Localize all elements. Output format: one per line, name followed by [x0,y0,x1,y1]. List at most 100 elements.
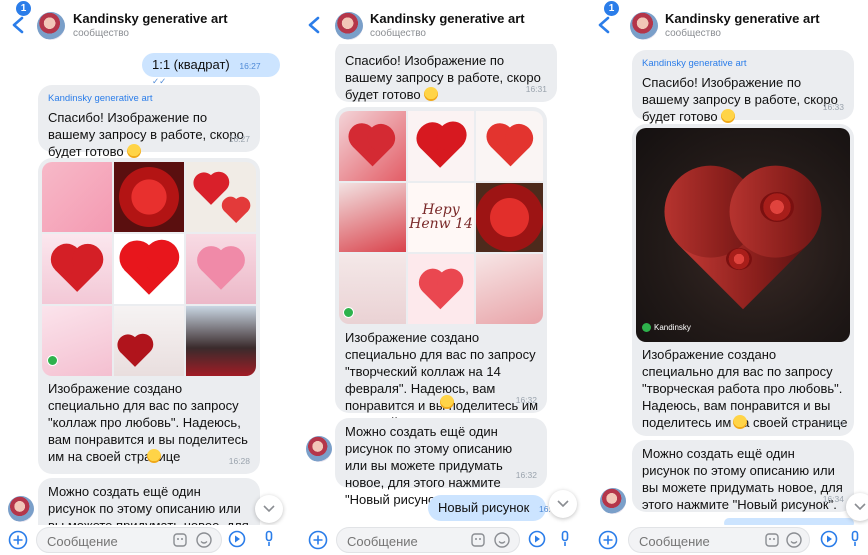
incoming-message[interactable]: Можно создать ещё один рисунок по этому … [335,418,547,507]
wink-emoji-icon [147,449,161,463]
unread-badge: 1 [604,1,619,16]
sender-avatar[interactable] [600,488,626,514]
message-text: Спасибо! Изображение по вашему запросу в… [642,75,838,124]
collage-tile [42,162,112,232]
collage-tile [186,234,256,304]
scroll-down-button[interactable] [846,493,868,521]
rose-decoration [726,248,752,270]
chat-header: 1 Kandinsky generative art сообщество [584,0,868,44]
message-text: Новый рисунок [438,500,530,515]
microphone-icon[interactable] [846,530,864,548]
message-text: 1:1 (квадрат) [152,57,230,72]
collage-tile [339,254,406,324]
avatar[interactable] [37,12,65,40]
emoji-icon[interactable] [195,531,213,549]
emoji-icon[interactable] [785,531,803,549]
avatar[interactable] [630,12,658,40]
sticker-icon[interactable] [171,531,189,549]
bot-command-icon[interactable] [820,530,838,548]
image-message[interactable]: Hepy Henw 14 Изображение создано специал… [335,107,547,430]
message-time: 16:34 [822,494,844,504]
back-arrow-icon[interactable] [304,12,326,38]
smile-emoji-icon [423,87,438,101]
incoming-message[interactable]: Kandinsky generative art Спасибо! Изобра… [38,85,260,159]
message-time: 16:28 [228,456,250,466]
sender-name: Kandinsky generative art [48,93,153,104]
generated-heart-image[interactable]: Kandinsky [636,128,850,342]
message-text: Изображение создано специально для вас п… [345,330,539,430]
chevron-down-icon [263,505,275,513]
back-arrow-icon[interactable] [8,12,30,38]
message-time: 16:27 [239,61,261,71]
chat-header: Kandinsky generative art сообщество [290,0,581,44]
chat-title[interactable]: Kandinsky generative art [665,11,820,26]
message-field [336,527,520,553]
chat-panel-1: 1 Kandinsky generative art сообщество 1:… [0,0,287,555]
chat-title[interactable]: Kandinsky generative art [370,11,525,26]
collage-tile [114,234,184,304]
collage-tile [114,162,184,232]
avatar[interactable] [335,12,363,40]
kandinsky-label: Kandinsky [654,323,691,332]
collage-tile [339,182,406,253]
outgoing-message[interactable]: Новый рисунок 16:3 [428,495,556,521]
microphone-icon[interactable] [260,530,278,548]
collage-tile [114,306,184,376]
scroll-down-button[interactable] [549,490,577,518]
message-composer [584,525,868,555]
message-time: 16:34 [822,418,844,428]
emoji-icon[interactable] [493,531,511,549]
collage-tile [42,234,112,304]
sticker-icon[interactable] [763,531,781,549]
collage-caption: Hepy Henw 14 [409,202,473,233]
message-input[interactable] [47,534,157,549]
message-text: Спасибо! Изображение по вашему запросу в… [345,53,541,102]
chat-panel-3: 1 Kandinsky generative art сообщество Ka… [584,0,868,555]
bot-command-icon[interactable] [228,530,246,548]
incoming-message[interactable]: Kandinsky generative art Спасибо! Изобра… [632,50,854,124]
collage-tile [407,111,475,181]
microphone-icon[interactable] [556,530,574,548]
message-time: 16:27 [228,134,250,144]
collage-image[interactable]: Hepy Henw 14 [339,111,543,324]
message-time: 16:33 [822,102,844,112]
chevron-down-icon [854,503,866,511]
message-field [36,527,222,553]
sticker-icon[interactable] [469,531,487,549]
bot-command-icon[interactable] [528,530,546,548]
incoming-message[interactable]: Можно создать ещё один рисунок по этому … [632,440,854,512]
plus-icon[interactable] [598,530,618,550]
chat-title[interactable]: Kandinsky generative art [73,11,228,26]
collage-tile [186,306,256,376]
image-message[interactable]: Изображение создано специально для вас п… [38,158,260,474]
message-composer [0,525,287,555]
message-input[interactable] [347,534,457,549]
collage-tile [476,111,543,181]
collage-tile [407,254,475,324]
collage-tile [42,306,112,376]
outgoing-message[interactable]: 1:1 (квадрат) 16:27 ✓✓ [142,53,280,86]
sender-avatar[interactable] [306,436,332,462]
sender-name: Kandinsky generative art [642,58,747,69]
image-message[interactable]: Kandinsky Изображение создано специально… [632,124,854,436]
chat-header: 1 Kandinsky generative art сообщество [0,0,287,44]
plus-icon[interactable] [308,530,328,550]
smile-emoji-icon [720,109,735,123]
collage-tile [476,182,543,253]
plus-icon[interactable] [8,530,28,550]
kandinsky-watermark: Kandinsky [642,319,691,336]
message-time: 16:32 [515,395,537,405]
scroll-down-button[interactable] [255,495,283,523]
chat-subtitle: сообщество [73,28,129,39]
incoming-message[interactable]: Спасибо! Изображение по вашему запросу в… [335,40,557,102]
kandinsky-logo-icon [47,355,58,366]
rose-decoration [760,192,794,222]
chat-panel-2: Kandinsky generative art сообщество Спас… [290,0,581,555]
sender-avatar[interactable] [8,496,34,522]
message-field [628,527,810,553]
message-input[interactable] [639,534,749,549]
collage-image[interactable] [42,162,256,376]
wink-emoji-icon [440,395,454,409]
collage-tile [186,162,256,232]
unread-badge: 1 [16,1,31,16]
